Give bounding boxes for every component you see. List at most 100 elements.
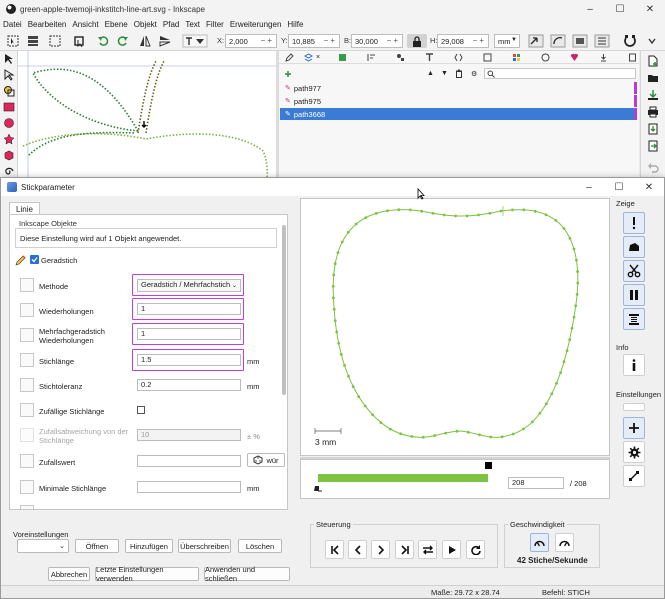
wiederholungen-input[interactable]: 1 <box>137 303 241 315</box>
param-toggle-stichlaenge[interactable] <box>20 353 34 367</box>
slower-button[interactable] <box>530 533 549 552</box>
param-toggle-mehrfach[interactable] <box>20 328 34 342</box>
restart-button[interactable] <box>466 540 485 559</box>
param-toggle-zufallswert[interactable] <box>20 454 34 468</box>
menu-hilfe[interactable]: Hilfe <box>287 20 303 29</box>
chevron-up-icon[interactable]: ▲ <box>427 70 434 77</box>
export-tab-icon[interactable] <box>599 53 608 62</box>
add-layer-icon[interactable] <box>284 70 292 78</box>
menu-text[interactable]: Text <box>185 20 200 29</box>
rotate-cw-icon[interactable] <box>116 34 130 48</box>
lock-ratio-button[interactable] <box>407 34 427 48</box>
zufaellig-checkbox[interactable] <box>137 406 145 414</box>
last-stitch-button[interactable] <box>395 540 414 559</box>
geradstich-checkbox[interactable] <box>30 255 39 264</box>
select-all-layers-icon[interactable] <box>26 34 40 48</box>
width-stepper-icon[interactable]: −+ <box>387 36 400 45</box>
menu-ansicht[interactable]: Ansicht <box>72 20 98 29</box>
minimal-input[interactable] <box>137 481 241 493</box>
first-stitch-button[interactable] <box>325 540 344 559</box>
object-search-input[interactable] <box>484 68 636 79</box>
stitch-slider[interactable] <box>318 474 488 482</box>
param-toggle-methode[interactable] <box>20 278 34 292</box>
markers-tab-icon[interactable] <box>570 53 579 62</box>
next-stitch-button[interactable] <box>371 540 390 559</box>
info-button[interactable] <box>623 354 645 376</box>
preset-open-button[interactable]: Öffnen <box>75 539 119 553</box>
dialog-maximize-button[interactable]: ☐ <box>604 182 634 193</box>
menu-ebene[interactable]: Ebene <box>105 20 128 29</box>
snap-menu-icon[interactable] <box>645 34 659 48</box>
export-icon[interactable] <box>647 140 659 152</box>
maximize-button[interactable]: ☐ <box>605 4 635 15</box>
object-row-path975[interactable]: ✎ path975 <box>280 95 637 107</box>
x-stepper-icon[interactable]: −+ <box>261 36 274 45</box>
methode-select[interactable]: Geradstich / Mehrfachstich ⌄ <box>137 279 241 292</box>
new-document-icon[interactable] <box>647 55 659 67</box>
menu-filter[interactable]: Filter <box>206 20 224 29</box>
param-toggle-zufaellig[interactable] <box>20 403 34 417</box>
close-button[interactable]: ✕ <box>635 4 665 15</box>
flip-vertical-icon[interactable] <box>158 34 172 48</box>
menu-objekt[interactable]: Objekt <box>134 20 157 29</box>
edit-tab-icon[interactable] <box>285 53 294 62</box>
snap-toggle-icon[interactable] <box>623 34 637 48</box>
fill-tab-icon[interactable] <box>338 53 347 62</box>
unit-select[interactable]: mm ▼ <box>494 34 520 48</box>
show-color-changes-button[interactable] <box>623 308 645 330</box>
cancel-button[interactable]: Abbrechen <box>48 567 90 581</box>
current-stitch-input[interactable]: 208 <box>508 477 564 489</box>
move-gradients-icon[interactable] <box>572 34 588 48</box>
move-patterns-icon[interactable] <box>594 34 610 48</box>
reroll-button[interactable]: wür <box>247 453 285 467</box>
x-field[interactable]: 2,000 −+ <box>225 34 277 48</box>
trash-icon[interactable] <box>455 69 463 78</box>
preset-overwrite-button[interactable]: Überschreiben <box>178 539 231 553</box>
rotate-ccw-icon[interactable] <box>96 34 110 48</box>
flip-horizontal-icon[interactable] <box>138 34 152 48</box>
3d-box-tool-icon[interactable] <box>3 149 15 161</box>
xml-tab-icon[interactable] <box>454 53 463 62</box>
scale-corners-icon[interactable] <box>550 34 566 48</box>
document-props-tab-icon[interactable] <box>628 53 637 62</box>
dialog-minimize-button[interactable]: – <box>574 182 604 193</box>
show-stops-button[interactable] <box>623 284 645 306</box>
touch-select-icon[interactable] <box>72 34 86 48</box>
transform-tab-icon[interactable] <box>483 53 492 62</box>
star-tool-icon[interactable] <box>3 133 15 145</box>
scale-stroke-icon[interactable] <box>528 34 544 48</box>
show-cuts-button[interactable] <box>623 260 645 282</box>
preset-add-button[interactable]: Hinzufügen <box>125 539 173 553</box>
stitch-preview[interactable]: 3 mm <box>300 198 610 456</box>
show-trims-button[interactable] <box>623 236 645 258</box>
direction-toggle-button[interactable] <box>418 540 437 559</box>
param-toggle-minimal[interactable] <box>20 480 34 494</box>
node-tool-icon[interactable] <box>3 69 15 81</box>
shape-builder-icon[interactable] <box>3 85 15 97</box>
use-last-settings-button[interactable]: Letzte Einstellungen verwenden <box>95 565 199 583</box>
dialog-close-button[interactable]: ✕ <box>634 182 664 193</box>
close-tab-icon[interactable]: × <box>316 54 320 61</box>
height-field[interactable]: 29,008 −+ <box>437 34 489 48</box>
mehrfach-input[interactable]: 1 <box>137 328 241 340</box>
chevron-down-icon[interactable]: ▼ <box>441 70 448 77</box>
settings-spacer-button[interactable] <box>623 403 645 411</box>
text-tab-icon[interactable] <box>425 53 434 62</box>
previous-stitch-button[interactable] <box>348 540 367 559</box>
height-stepper-icon[interactable]: −+ <box>473 36 486 45</box>
play-button[interactable] <box>442 540 461 559</box>
open-folder-icon[interactable] <box>647 72 659 84</box>
menu-pfad[interactable]: Pfad <box>163 20 179 29</box>
drawing-canvas[interactable] <box>18 51 276 181</box>
add-button[interactable] <box>623 417 645 439</box>
spiral-tool-icon[interactable] <box>3 165 15 177</box>
y-stepper-icon[interactable]: −+ <box>324 36 337 45</box>
align-tab-icon[interactable] <box>367 53 376 62</box>
settings-cog-icon[interactable]: ⚙ <box>471 70 477 78</box>
apply-close-button[interactable]: Anwenden und schließen <box>204 565 290 583</box>
settings-button[interactable] <box>623 441 645 463</box>
faster-button[interactable] <box>555 533 574 552</box>
menu-bearbeiten[interactable]: Bearbeiten <box>28 20 67 29</box>
object-row-path3668[interactable]: ✎ path3668 <box>280 108 637 120</box>
deselect-icon[interactable] <box>48 34 62 48</box>
